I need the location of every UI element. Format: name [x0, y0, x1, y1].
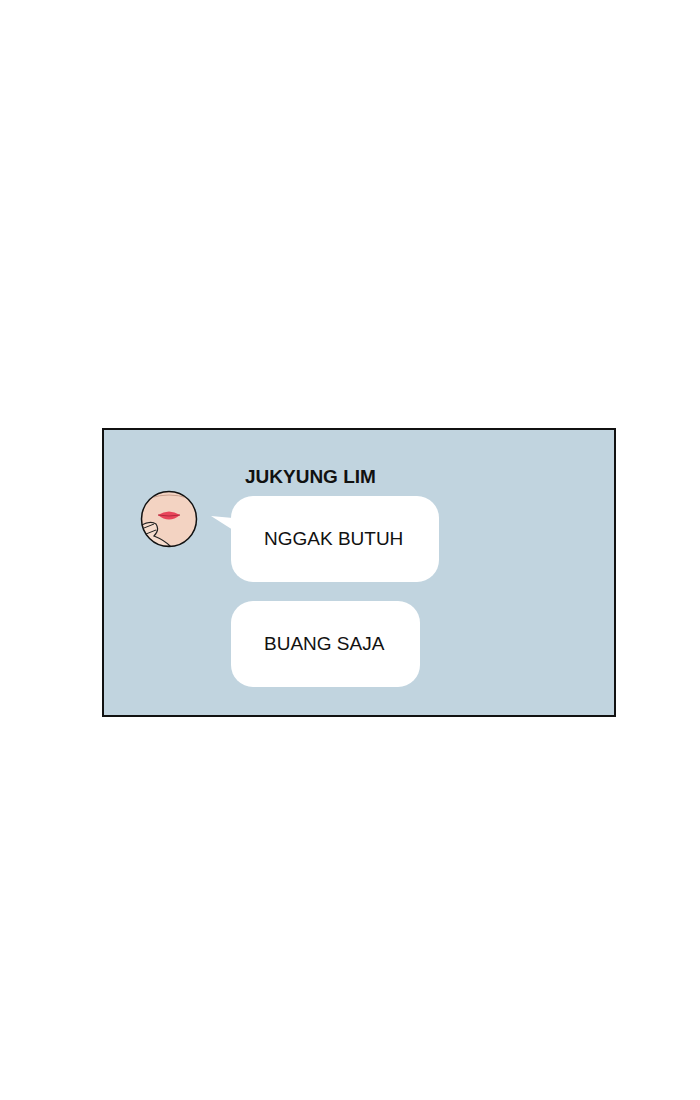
sender-name: JUKYUNG LIM: [245, 466, 376, 488]
bubble-tail-icon: [211, 516, 233, 530]
message-column: JUKYUNG LIM NGGAK BUTUH BUANG SAJA: [231, 466, 439, 687]
message-text: BUANG SAJA: [264, 633, 384, 655]
message-bubble: NGGAK BUTUH: [231, 496, 439, 582]
comic-panel-wrap: JUKYUNG LIM NGGAK BUTUH BUANG SAJA: [0, 0, 700, 717]
message-text: NGGAK BUTUH: [264, 528, 403, 550]
avatar-icon: [140, 490, 198, 548]
chat-panel: JUKYUNG LIM NGGAK BUTUH BUANG SAJA: [102, 428, 616, 717]
message-bubble: BUANG SAJA: [231, 601, 420, 687]
